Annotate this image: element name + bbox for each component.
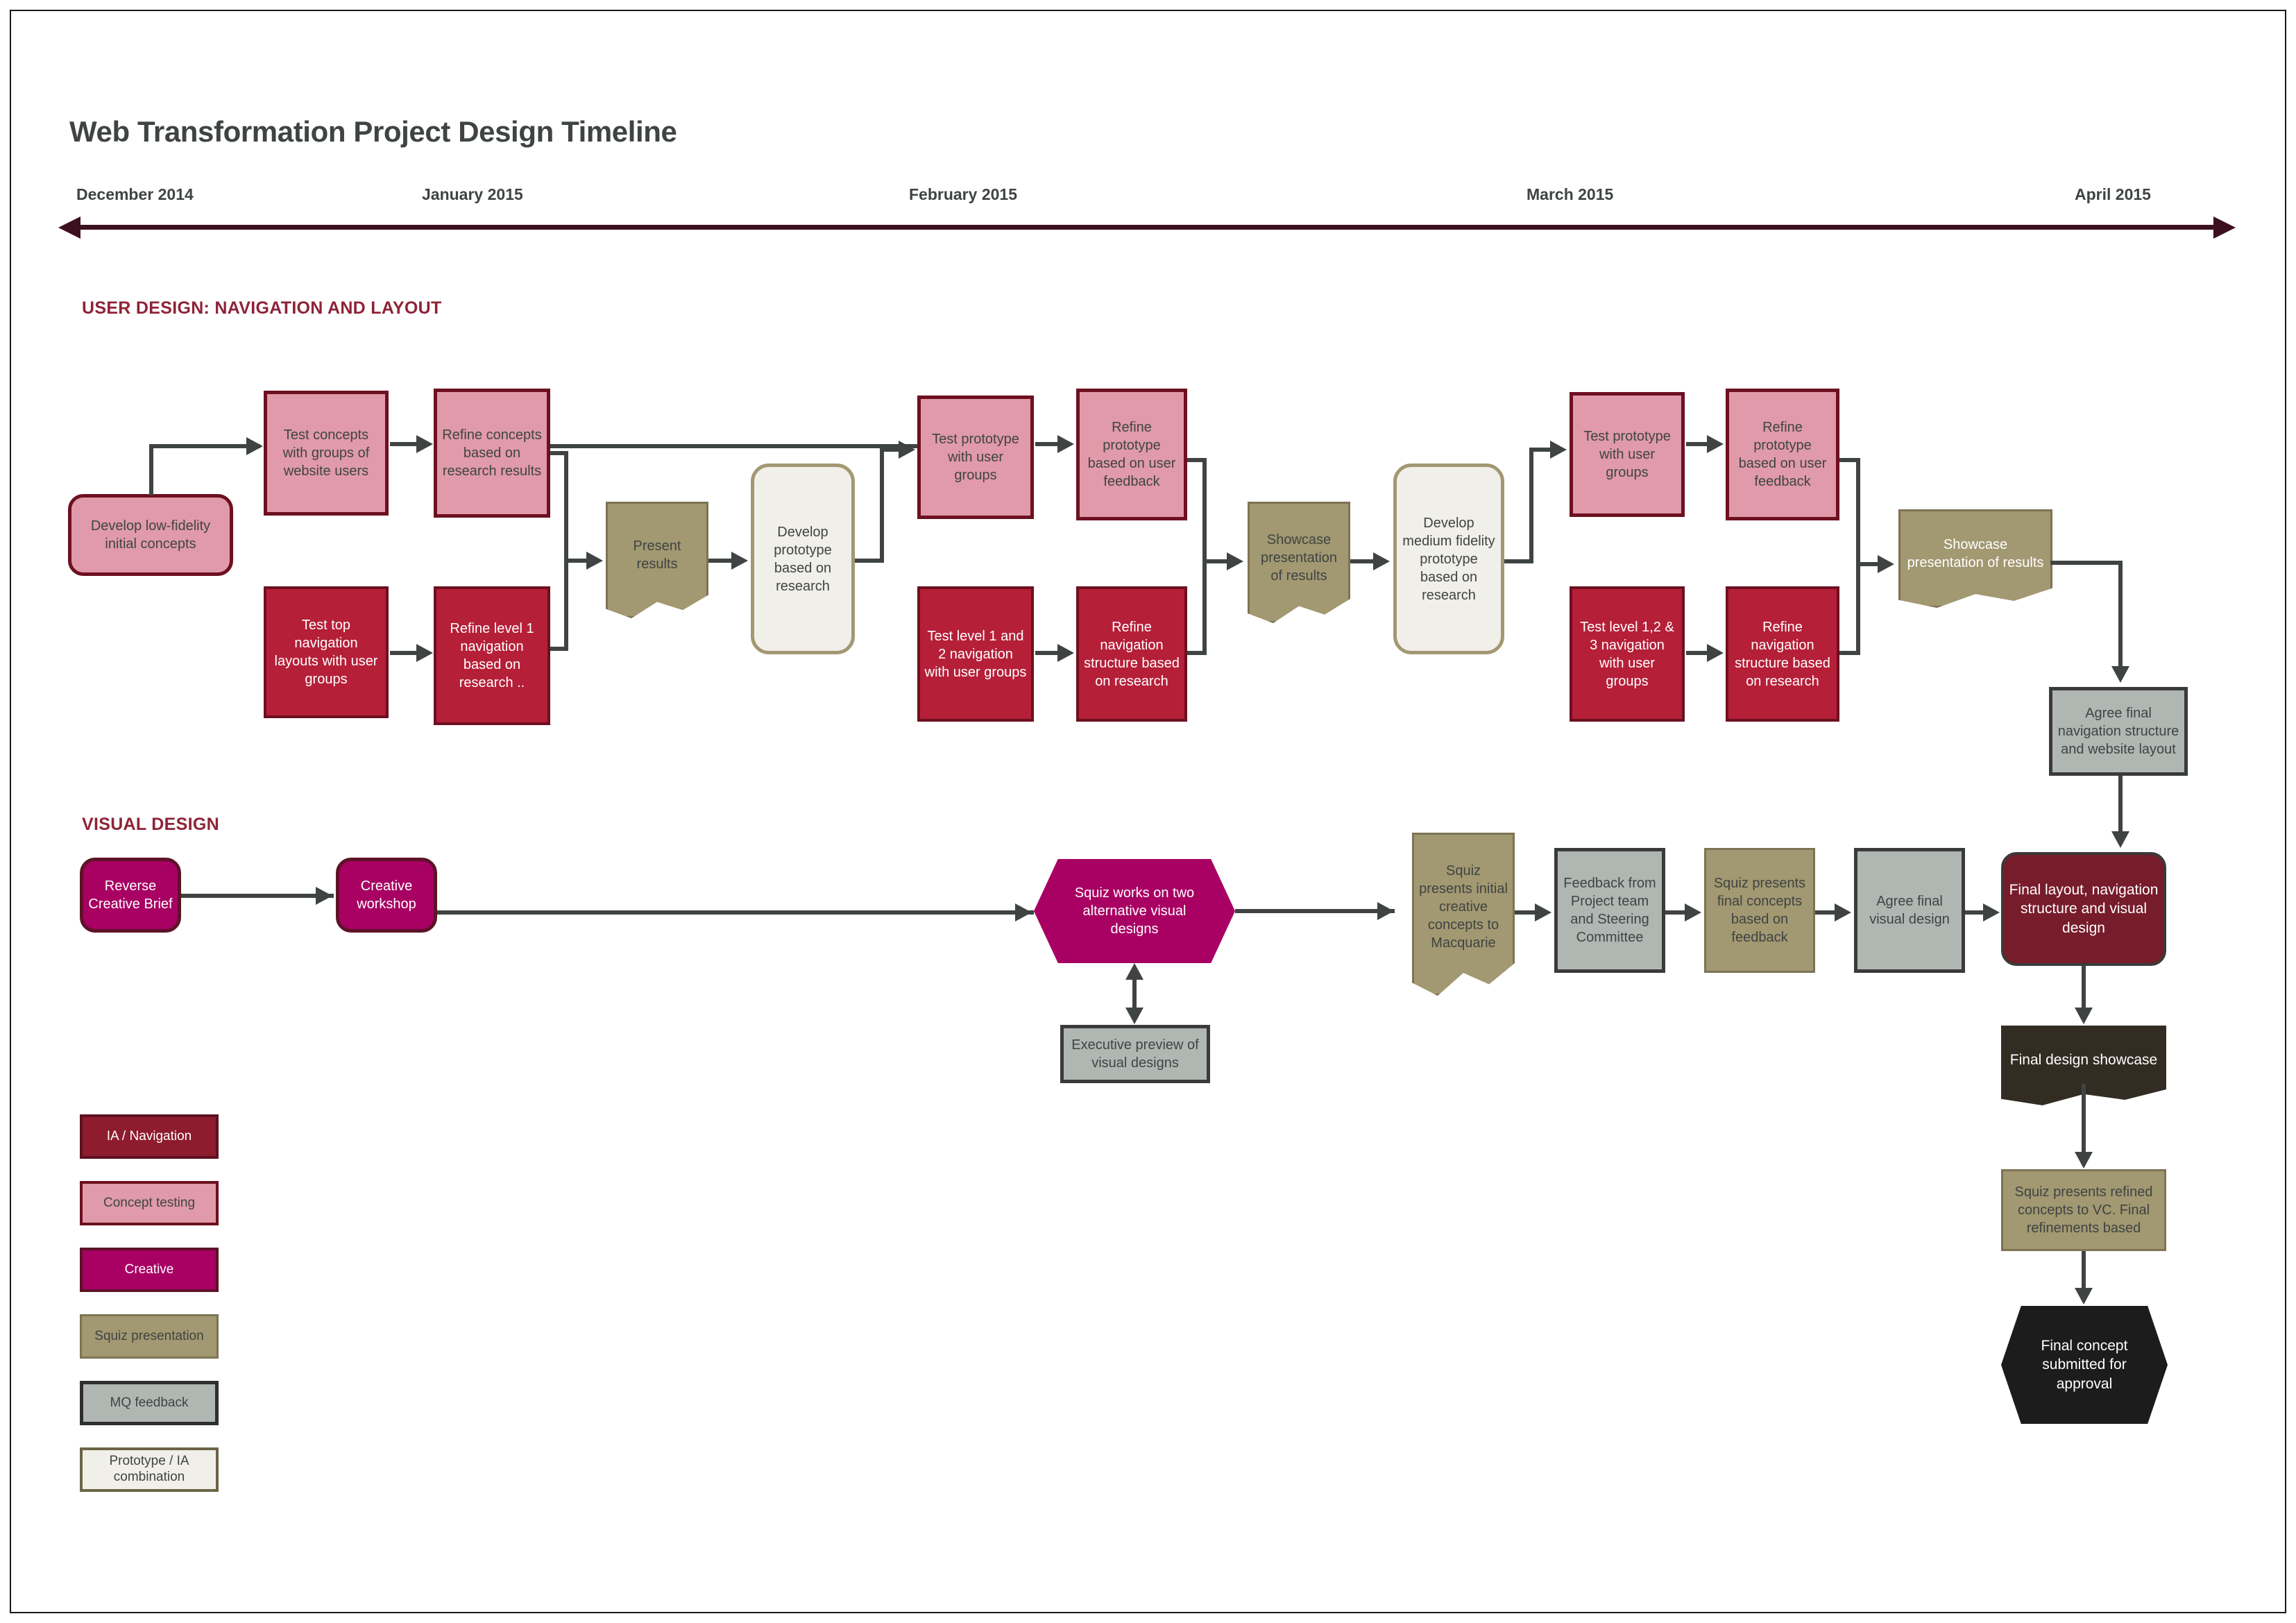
node-agree-final-navigation[interactable]: Agree final navigation structure and web… [2049,687,2188,776]
connector-lowfid-stem [149,444,260,448]
page-title: Web Transformation Project Design Timeli… [69,115,677,148]
node-test-prototype-user-groups-1[interactable]: Test prototype with user groups [917,396,1034,519]
timeline-axis [76,225,2226,230]
arrow-test-prototype-2 [1550,441,1567,459]
node-refine-nav-structure-1[interactable]: Refine navigation structure based on res… [1076,586,1187,722]
node-agree-final-visual[interactable]: Agree final visual design [1854,848,1965,973]
arrow-refine-level1 [416,644,433,662]
arrow-down-to-executive [1125,1008,1143,1024]
arrow-refine-nav-structure-1 [1057,644,1074,662]
node-executive-preview[interactable]: Executive preview of visual designs [1060,1025,1210,1083]
node-final-layout-nav-visual[interactable]: Final layout, navigation structure and v… [2001,852,2166,966]
connector-showcase2-right [2050,561,2123,565]
legend-item-concept-testing[interactable]: Concept testing [80,1181,219,1225]
node-test-level-123-nav[interactable]: Test level 1,2 & 3 navigation with user … [1570,586,1685,722]
arrow-squiz-presents-refined [2075,1152,2093,1169]
connector-devproto-split [880,448,884,563]
node-refine-nav-structure-2[interactable]: Refine navigation structure based on res… [1726,586,1839,722]
section-heading-user-design: USER DESIGN: NAVIGATION AND LAYOUT [82,298,442,318]
arrow-showcase-1 [1227,552,1243,570]
node-squiz-presents-refined[interactable]: Squiz presents refined concepts to VC. F… [2001,1169,2166,1251]
arrow-showcase-2 [1878,555,1894,573]
page-border [10,10,2286,1613]
node-refine-concepts-research[interactable]: Refine concepts based on research result… [434,389,550,518]
timeline-arrow-left [58,216,80,239]
timeline-label-april: April 2015 [2075,185,2151,203]
node-test-level-1-2-nav[interactable]: Test level 1 and 2 navigation with user … [917,586,1034,722]
connector-showcase2-down [2118,561,2123,672]
connector-workshop-to-hexagon [437,910,1034,915]
node-refine-prototype-feedback-2[interactable]: Refine prototype based on user feedback [1726,389,1839,520]
arrow-final-concept-approval [2075,1288,2093,1305]
arrow-creative-workshop [316,887,332,905]
node-creative-workshop[interactable]: Creative workshop [336,858,437,933]
node-final-concept-approval[interactable]: Final concept submitted for approval [2001,1306,2168,1424]
node-showcase-presentation-1[interactable]: Showcase presentation of results [1248,502,1350,623]
arrow-present-results [586,552,603,570]
node-develop-medium-fidelity[interactable]: Develop medium fidelity prototype based … [1393,464,1504,654]
arrow-refine-prototype-2 [1707,435,1724,453]
timeline-arrow-right [2213,216,2236,239]
node-test-concepts-groups[interactable]: Test concepts with groups of website use… [264,391,389,516]
node-refine-level1-nav[interactable]: Refine level 1 navigation based on resea… [434,586,550,725]
connector-brief-to-workshop [181,894,334,898]
connector-merge-upper [564,451,568,562]
connector-merge2-lower [1202,559,1207,655]
arrow-refine-nav-structure-2 [1707,644,1724,662]
node-squiz-presents-initial[interactable]: Squiz presents initial creative concepts… [1412,833,1515,996]
arrow-up-to-hexagon [1125,963,1143,980]
arrow-develop-medium-fidelity [1373,552,1390,570]
connector-merge-lower [564,559,568,650]
legend-item-creative[interactable]: Creative [80,1248,219,1292]
arrow-final-design-showcase [2075,1008,2093,1024]
timeline-label-february: February 2015 [909,185,1017,203]
connector-medfid-split [1529,448,1533,563]
section-heading-visual-design: VISUAL DESIGN [82,815,219,834]
node-develop-prototype-research[interactable]: Develop prototype based on research [751,464,855,654]
node-present-results[interactable]: Present results [606,502,708,618]
arrow-squiz-two-alternatives [1015,903,1032,921]
timeline-label-january: January 2015 [422,185,523,203]
legend-item-prototype-ia-combination[interactable]: Prototype / IA combination [80,1447,219,1492]
arrow-refine-prototype-1 [1057,435,1074,453]
node-reverse-creative-brief[interactable]: Reverse Creative Brief [80,858,181,933]
connector-merge2-upper [1202,458,1207,563]
arrow-agree-final-nav [2111,666,2129,683]
arrow-squiz-presents-initial [1377,902,1394,920]
arrow-feedback-project-team [1535,903,1551,921]
node-showcase-presentation-2[interactable]: Showcase presentation of results [1898,509,2052,608]
legend-item-ia-navigation[interactable]: IA / Navigation [80,1114,219,1159]
node-squiz-two-alternatives[interactable]: Squiz works on two alternative visual de… [1034,859,1235,963]
arrow-develop-prototype [731,552,748,570]
legend-item-mq-feedback[interactable]: MQ feedback [80,1381,219,1425]
timeline-label-december: December 2014 [76,185,194,203]
connector-lowfid-stem-v [149,444,153,495]
arrow-refine-concepts [416,435,433,453]
arrow-final-layout-in [1983,903,2000,921]
arrow-final-layout [2111,831,2129,848]
legend-item-squiz-presentation[interactable]: Squiz presentation [80,1314,219,1359]
arrow-agree-final-visual [1835,903,1851,921]
node-squiz-presents-final[interactable]: Squiz presents final concepts based on f… [1704,848,1815,973]
connector-agreenav-down [2118,776,2123,838]
node-feedback-project-team[interactable]: Feedback from Project team and Steering … [1554,848,1665,973]
connector-merge3-lower [1856,562,1860,655]
connector-hexagon-to-squizinitial [1235,909,1395,913]
node-test-top-nav-layouts[interactable]: Test top navigation layouts with user gr… [264,586,389,718]
node-refine-prototype-feedback-1[interactable]: Refine prototype based on user feedback [1076,389,1187,520]
connector-merge3-upper [1856,458,1860,566]
arrow-squiz-presents-final [1685,903,1701,921]
connector-showcase-to-refined [2082,1084,2086,1157]
arrow-test-prototype-1 [899,441,915,459]
timeline-label-march: March 2015 [1527,185,1614,203]
node-develop-low-fidelity[interactable]: Develop low-fidelity initial concepts [68,494,233,576]
node-test-prototype-user-groups-2[interactable]: Test prototype with user groups [1570,392,1685,517]
